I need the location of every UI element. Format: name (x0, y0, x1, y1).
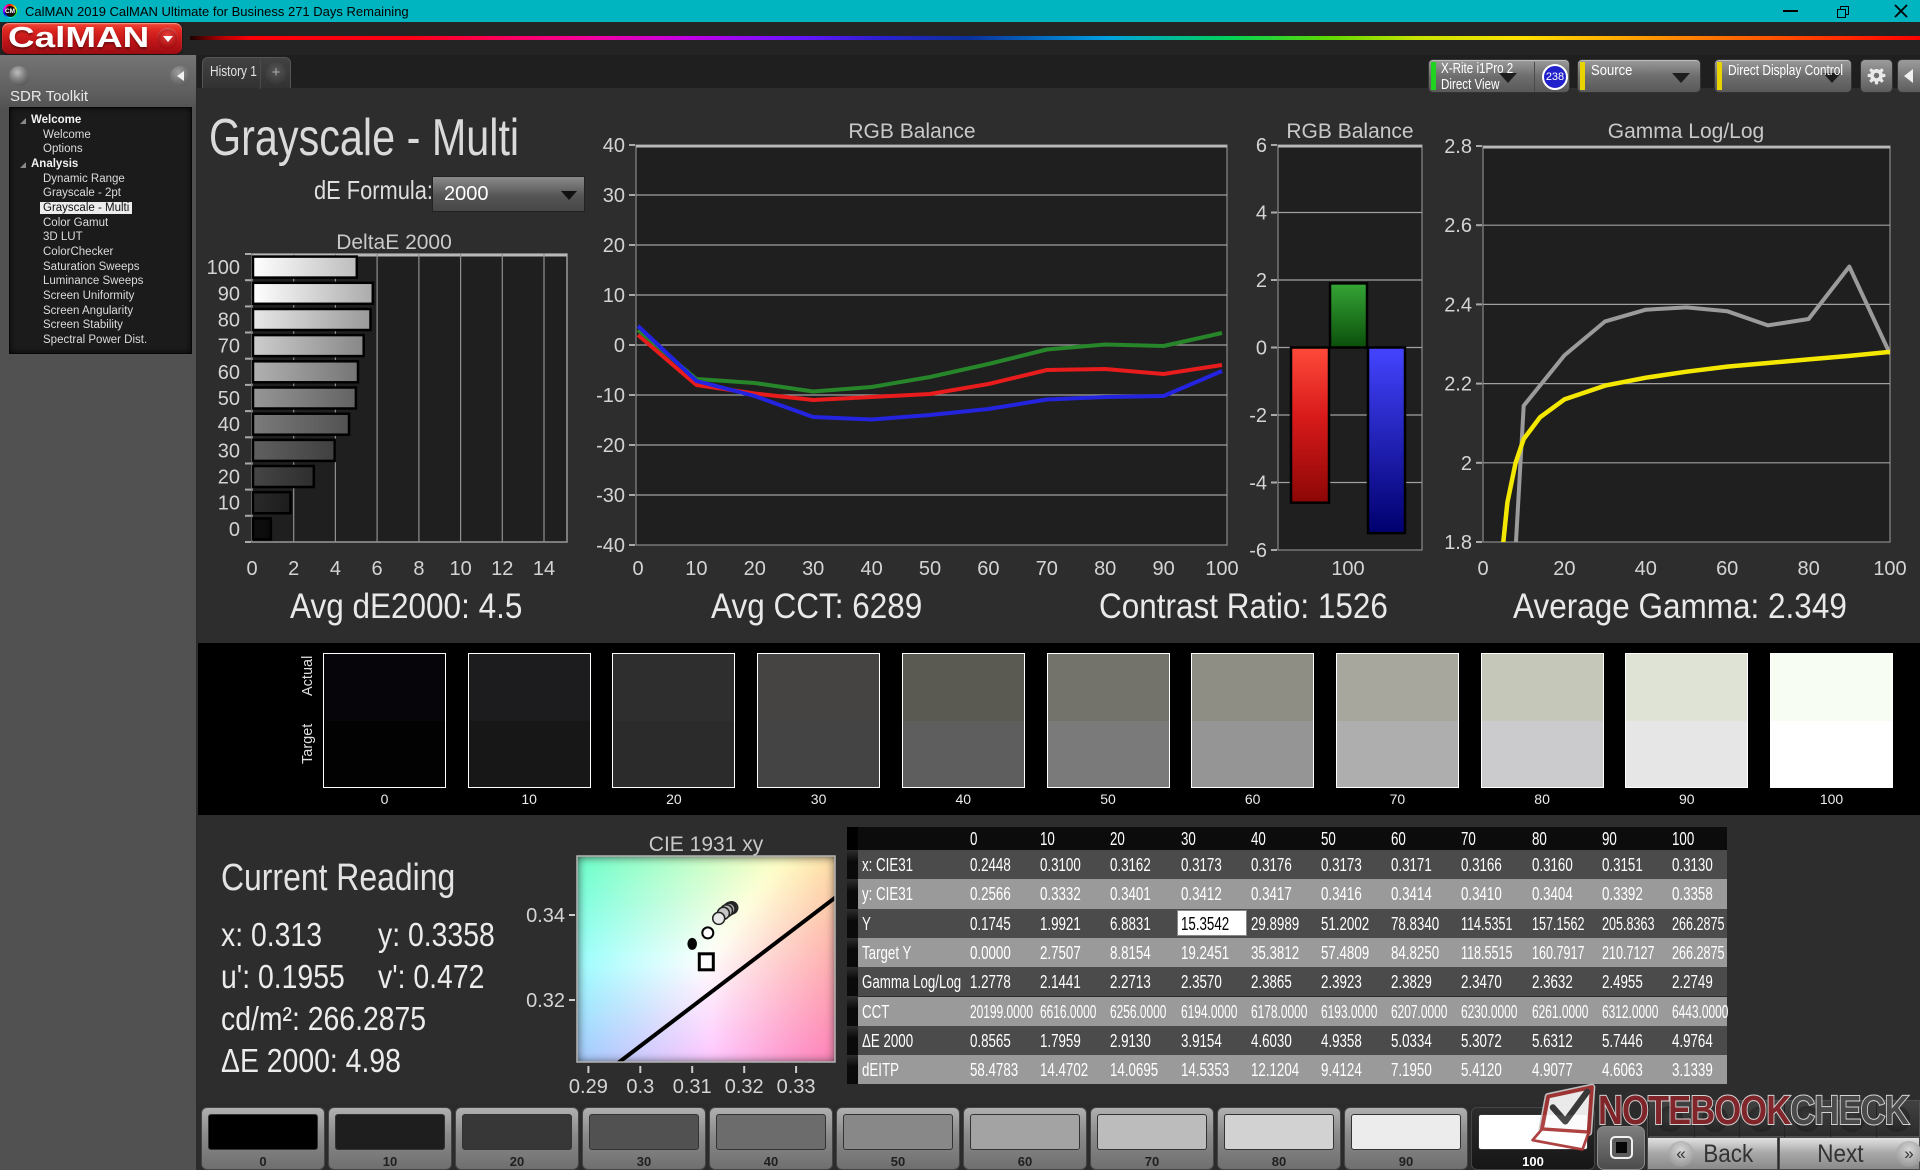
svg-text:70: 70 (1036, 558, 1058, 580)
svg-text:-30: -30 (596, 485, 625, 507)
svg-text:60: 60 (218, 362, 240, 384)
svg-text:90: 90 (218, 283, 240, 305)
svg-text:2.4: 2.4 (1444, 294, 1472, 316)
svg-text:-20: -20 (596, 435, 625, 457)
svg-text:40: 40 (1635, 558, 1657, 580)
svg-text:0.3: 0.3 (626, 1076, 654, 1098)
svg-text:40: 40 (860, 558, 882, 580)
svg-text:80: 80 (1094, 558, 1116, 580)
svg-text:RGB Balance: RGB Balance (848, 120, 975, 143)
svg-text:6: 6 (1256, 135, 1267, 157)
svg-text:-40: -40 (596, 535, 625, 557)
svg-text:10: 10 (603, 285, 625, 307)
svg-text:0: 0 (229, 519, 240, 541)
svg-text:0.32: 0.32 (526, 990, 565, 1012)
svg-text:60: 60 (1716, 558, 1738, 580)
svg-text:100: 100 (1205, 558, 1238, 580)
svg-text:RGB Balance: RGB Balance (1286, 120, 1413, 143)
svg-text:0: 0 (1256, 338, 1267, 360)
svg-text:-10: -10 (596, 385, 625, 407)
svg-text:100: 100 (1873, 558, 1906, 580)
svg-text:0: 0 (632, 558, 643, 580)
svg-text:0.32: 0.32 (725, 1076, 764, 1098)
svg-text:30: 30 (218, 440, 240, 462)
svg-text:NOTEBOOKCHECK: NOTEBOOKCHECK (1598, 1088, 1909, 1133)
svg-text:8: 8 (413, 558, 424, 580)
svg-text:0: 0 (614, 335, 625, 357)
svg-text:Gamma Log/Log: Gamma Log/Log (1608, 120, 1764, 143)
svg-text:4: 4 (1256, 203, 1267, 225)
svg-text:0.33: 0.33 (777, 1076, 816, 1098)
svg-text:2.8: 2.8 (1444, 136, 1472, 158)
svg-text:2: 2 (1256, 270, 1267, 292)
svg-text:10: 10 (449, 558, 471, 580)
svg-text:-2: -2 (1249, 405, 1267, 427)
svg-text:2: 2 (288, 558, 299, 580)
svg-text:50: 50 (218, 388, 240, 410)
svg-text:40: 40 (603, 135, 625, 157)
svg-text:0.34: 0.34 (526, 905, 565, 927)
svg-text:20: 20 (744, 558, 766, 580)
svg-text:2: 2 (1461, 453, 1472, 475)
svg-text:0.29: 0.29 (569, 1076, 608, 1098)
svg-text:10: 10 (685, 558, 707, 580)
svg-text:80: 80 (1797, 558, 1819, 580)
svg-text:60: 60 (977, 558, 999, 580)
svg-text:30: 30 (802, 558, 824, 580)
svg-text:12: 12 (491, 558, 513, 580)
svg-text:2.2: 2.2 (1444, 374, 1472, 396)
svg-text:80: 80 (218, 310, 240, 332)
svg-text:-4: -4 (1249, 473, 1267, 495)
svg-text:40: 40 (218, 414, 240, 436)
svg-text:0: 0 (246, 558, 257, 580)
svg-text:20: 20 (1553, 558, 1575, 580)
svg-text:20: 20 (218, 467, 240, 489)
svg-text:10: 10 (218, 493, 240, 515)
svg-text:50: 50 (919, 558, 941, 580)
svg-text:6: 6 (372, 558, 383, 580)
svg-text:2.6: 2.6 (1444, 215, 1472, 237)
svg-text:0: 0 (1477, 558, 1488, 580)
svg-text:-6: -6 (1249, 540, 1267, 562)
svg-text:100: 100 (1331, 558, 1364, 580)
svg-text:70: 70 (218, 336, 240, 358)
svg-text:4: 4 (330, 558, 341, 580)
svg-text:DeltaE 2000: DeltaE 2000 (336, 231, 452, 254)
svg-text:0.31: 0.31 (673, 1076, 712, 1098)
svg-text:20: 20 (603, 235, 625, 257)
svg-text:100: 100 (207, 257, 240, 279)
svg-text:30: 30 (603, 185, 625, 207)
svg-text:14: 14 (533, 558, 555, 580)
svg-text:CIE 1931 xy: CIE 1931 xy (649, 833, 764, 856)
svg-text:1.8: 1.8 (1444, 532, 1472, 554)
svg-text:90: 90 (1152, 558, 1174, 580)
